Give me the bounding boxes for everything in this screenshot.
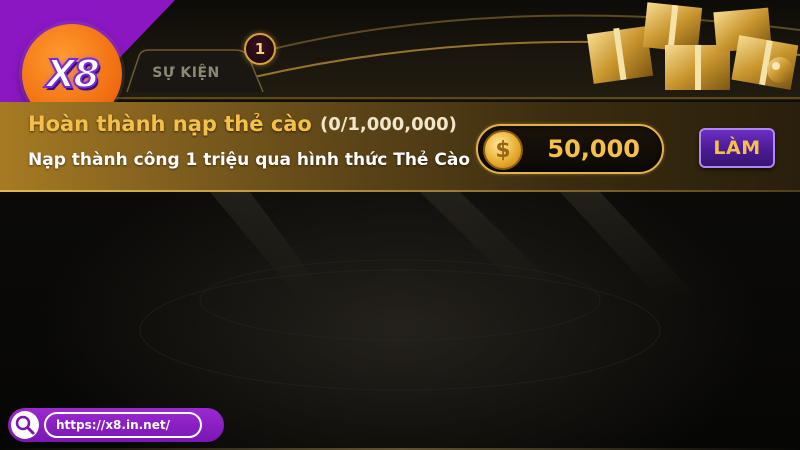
mission-progress: (0/1,000,000) xyxy=(320,114,457,135)
notification-badge: 1 xyxy=(244,33,276,65)
do-mission-button[interactable]: LÀM xyxy=(699,128,775,168)
logo-text: X8 xyxy=(45,51,101,97)
coin-icon: $ xyxy=(483,130,523,170)
game-screen: X8 SỰ KIỆN 1 Hoàn thành nạp thẻ cào (0/1… xyxy=(0,0,800,450)
gift-boxes-decoration xyxy=(586,2,799,90)
mission-title: Hoàn thành nạp thẻ cào xyxy=(28,112,312,136)
tab-su-kien[interactable]: SỰ KIỆN xyxy=(125,48,265,92)
url-banner: https://x8.in.net/ xyxy=(8,408,224,442)
search-icon xyxy=(11,411,39,439)
reward-value: 50,000 xyxy=(547,135,640,163)
mission-description: Nạp thành công 1 triệu qua hình thức Thẻ… xyxy=(28,150,471,170)
mission-row: Hoàn thành nạp thẻ cào (0/1,000,000) Nạp… xyxy=(0,102,800,192)
reward-box: $ 50,000 xyxy=(476,124,664,174)
url-text[interactable]: https://x8.in.net/ xyxy=(44,412,202,438)
tab-label: SỰ KIỆN xyxy=(152,65,220,81)
